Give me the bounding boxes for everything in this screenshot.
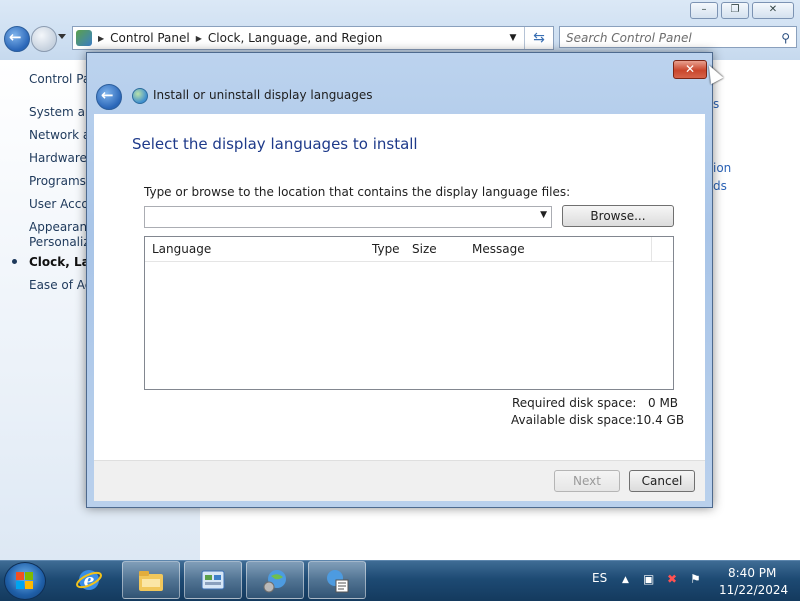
show-hidden-icons-icon[interactable]: ▲ — [622, 575, 629, 585]
address-bar[interactable]: ▶ Control Panel ▶ Clock, Language, and R… — [72, 26, 554, 50]
globe-gear-icon — [263, 570, 286, 593]
network-icon[interactable]: ▣ — [643, 572, 654, 586]
required-space-label: Required disk space: — [512, 396, 637, 410]
browse-button[interactable]: Browse... — [562, 205, 674, 227]
back-button[interactable] — [4, 26, 30, 52]
refresh-icon[interactable]: ⇆ — [524, 27, 553, 49]
start-button[interactable] — [4, 562, 46, 600]
breadcrumb-clock-language-region[interactable]: Clock, Language, and Region — [208, 31, 383, 45]
column-size[interactable]: Size — [412, 242, 437, 256]
taskbar-internet-explorer[interactable]: e — [62, 561, 116, 599]
volume-muted-icon[interactable]: ✖ — [667, 572, 677, 586]
language-list[interactable]: Language Type Size Message — [144, 236, 674, 390]
search-input[interactable]: Search Control Panel ⚲ — [559, 26, 797, 48]
column-type[interactable]: Type — [372, 242, 400, 256]
available-space-label: Available disk space: — [511, 413, 637, 427]
recent-pages-dropdown[interactable] — [58, 34, 66, 39]
taskbar-control-panel[interactable] — [184, 561, 242, 599]
partial-link[interactable]: ds — [713, 179, 727, 193]
chevron-down-icon[interactable]: ▼ — [540, 210, 547, 220]
internet-explorer-icon: e — [76, 570, 102, 591]
minimize-button[interactable]: – — [690, 2, 718, 19]
dialog-title: Install or uninstall display languages — [153, 88, 373, 102]
list-header: Language Type Size Message — [145, 237, 673, 262]
instruction-text: Type or browse to the location that cont… — [144, 185, 571, 199]
maximize-button[interactable]: ❐ — [721, 2, 749, 19]
column-language[interactable]: Language — [152, 242, 211, 256]
control-panel-icon — [76, 30, 92, 46]
breadcrumb-control-panel[interactable]: Control Panel — [110, 31, 190, 45]
chevron-right-icon[interactable]: ▶ — [98, 34, 104, 43]
sidebar-item-control-panel-home[interactable]: Control Pa — [29, 72, 90, 86]
language-files-path-input[interactable]: ▼ — [144, 206, 552, 228]
active-item-bullet — [12, 259, 17, 264]
clock-time[interactable]: 8:40 PM — [728, 566, 776, 580]
clock-date[interactable]: 11/22/2024 — [719, 583, 788, 597]
page-heading: Select the display languages to install — [132, 135, 418, 153]
window-controls: – ❐ ✕ — [690, 2, 794, 19]
close-window-button[interactable]: ✕ — [752, 2, 794, 19]
control-panel-icon — [201, 570, 225, 590]
required-space-value: 0 MB — [648, 396, 679, 410]
folder-icon — [139, 571, 163, 591]
column-message[interactable]: Message — [472, 242, 525, 256]
partial-link[interactable]: ion — [713, 161, 731, 175]
taskbar-windows-explorer[interactable] — [122, 561, 180, 599]
action-center-flag-icon[interactable]: ⚑ — [690, 572, 701, 586]
cancel-button[interactable]: Cancel — [629, 470, 695, 492]
chevron-down-icon[interactable]: ▼ — [505, 27, 521, 49]
chevron-right-icon[interactable]: ▶ — [196, 34, 202, 43]
sidebar-item-programs[interactable]: Programs — [29, 174, 86, 188]
forward-button[interactable] — [31, 26, 57, 52]
search-placeholder: Search Control Panel — [566, 31, 692, 45]
input-language-indicator[interactable]: ES — [592, 571, 607, 585]
taskbar-region-settings[interactable] — [246, 561, 304, 599]
globe-icon — [132, 88, 148, 104]
taskbar-language-installer[interactable] — [308, 561, 366, 599]
search-icon[interactable]: ⚲ — [781, 27, 790, 49]
taskbar — [0, 560, 800, 601]
available-space-value: 10.4 GB — [636, 413, 685, 427]
dialog-close-button[interactable]: ✕ — [673, 60, 707, 79]
column-divider[interactable] — [651, 237, 652, 261]
partial-link[interactable]: s — [713, 97, 719, 111]
dialog-back-button[interactable] — [96, 84, 122, 110]
next-button[interactable]: Next — [554, 470, 620, 492]
sidebar-item-appearance[interactable]: Appearanc — [29, 220, 94, 234]
language-installer-icon — [327, 570, 349, 593]
windows-logo-icon — [16, 572, 34, 590]
